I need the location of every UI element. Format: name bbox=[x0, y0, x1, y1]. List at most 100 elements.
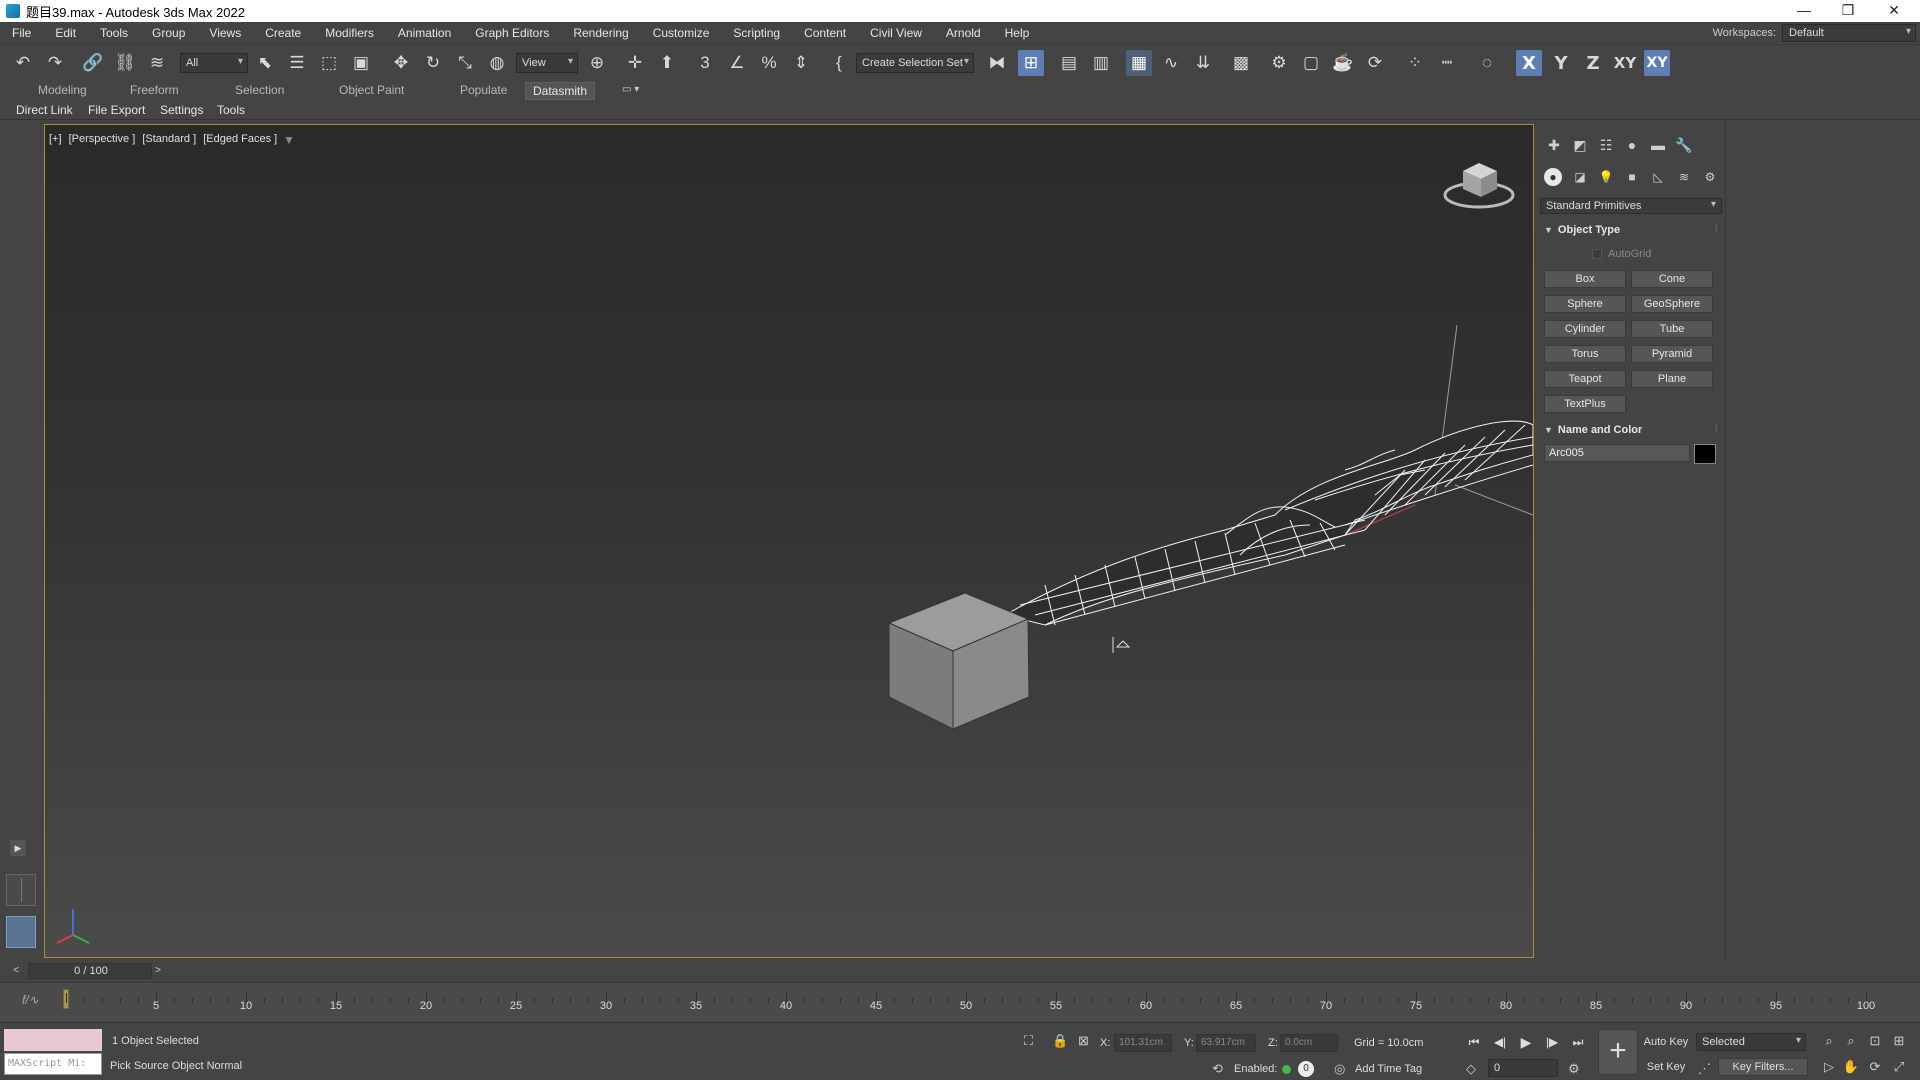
plane-button[interactable]: Plane bbox=[1631, 370, 1713, 388]
add-time-tag-button[interactable]: Add Time Tag bbox=[1355, 1063, 1422, 1075]
next-frame-icon[interactable]: |▶ bbox=[1542, 1033, 1562, 1051]
z-coordinate-field[interactable]: 0.0cm bbox=[1280, 1034, 1338, 1052]
undo-icon[interactable]: ↶ bbox=[10, 50, 36, 76]
time-next-icon[interactable]: > bbox=[152, 963, 164, 979]
minimize-button[interactable]: — bbox=[1782, 0, 1826, 22]
snaps-toggle-icon[interactable]: 3 bbox=[692, 50, 718, 76]
geosphere-button[interactable]: GeoSphere bbox=[1631, 295, 1713, 313]
autogrid-checkbox[interactable]: AutoGrid bbox=[1592, 248, 1651, 260]
restore-button[interactable]: ❐ bbox=[1826, 0, 1870, 22]
torus-button[interactable]: Torus bbox=[1544, 345, 1626, 363]
select-rotate-icon[interactable]: ↻ bbox=[420, 50, 446, 76]
zoom-extents-all-icon[interactable]: ⊞ bbox=[1890, 1033, 1908, 1049]
cameras-category-icon[interactable]: ■ bbox=[1622, 168, 1642, 186]
cone-button[interactable]: Cone bbox=[1631, 270, 1713, 288]
material-editor-icon[interactable]: ▩ bbox=[1228, 50, 1254, 76]
time-configuration-icon[interactable]: ⚙ bbox=[1568, 1061, 1580, 1077]
pyramid-button[interactable]: Pyramid bbox=[1631, 345, 1713, 363]
time-prev-icon[interactable]: < bbox=[10, 963, 22, 979]
expand-layout-icon[interactable]: ▶ bbox=[10, 840, 26, 856]
select-object-icon[interactable]: ⬉ bbox=[252, 50, 278, 76]
object-type-rollout[interactable]: ▼ Object Type ⁞ bbox=[1540, 222, 1722, 240]
create-panel-tab-icon[interactable]: ✚ bbox=[1544, 136, 1564, 154]
pivot-center-icon[interactable]: ⊕ bbox=[584, 50, 610, 76]
menu-animation[interactable]: Animation bbox=[386, 26, 463, 40]
tab-datasmith[interactable]: Datasmith bbox=[525, 82, 596, 100]
tube-button[interactable]: Tube bbox=[1631, 320, 1713, 338]
menu-arnold[interactable]: Arnold bbox=[934, 26, 993, 40]
direct-link-button[interactable]: Direct Link bbox=[16, 103, 73, 117]
percent-snap-icon[interactable]: % bbox=[756, 50, 782, 76]
object-name-field[interactable]: Arc005 bbox=[1544, 444, 1690, 462]
adaptive-degradation-icon[interactable]: ⟲ bbox=[1212, 1061, 1223, 1077]
selection-filter-dropdown[interactable]: All bbox=[180, 53, 248, 73]
ribbon-toggle-icon[interactable]: ▦ bbox=[1126, 50, 1152, 76]
workspaces-dropdown[interactable]: Default bbox=[1782, 24, 1916, 42]
keyboard-shortcut-override-icon[interactable]: ⬆ bbox=[654, 50, 680, 76]
viewcube-icon[interactable] bbox=[1443, 163, 1515, 209]
menu-group[interactable]: Group bbox=[140, 26, 197, 40]
menu-file[interactable]: File bbox=[0, 26, 43, 40]
menu-edit[interactable]: Edit bbox=[43, 26, 88, 40]
link-icon[interactable]: 🔗 bbox=[80, 50, 106, 76]
mini-curve-editor-icon[interactable]: f/∿ bbox=[22, 993, 39, 1007]
array-icon[interactable]: ⁘ bbox=[1402, 50, 1428, 76]
select-scale-icon[interactable]: ⤡ bbox=[452, 50, 478, 76]
layout-two-pane-icon[interactable] bbox=[6, 874, 36, 906]
set-keys-icon[interactable]: + bbox=[1598, 1029, 1638, 1075]
space-warps-category-icon[interactable]: ≋ bbox=[1674, 168, 1694, 186]
maximize-viewport-icon[interactable]: ⤢ bbox=[1890, 1059, 1908, 1075]
textplus-button[interactable]: TextPlus bbox=[1544, 395, 1626, 413]
scene-explorer-icon[interactable]: ▤ bbox=[1056, 50, 1082, 76]
mirror-icon[interactable]: ⧓ bbox=[984, 50, 1010, 76]
ruler-icon[interactable]: ┉ bbox=[1434, 50, 1460, 76]
systems-category-icon[interactable]: ⚙ bbox=[1700, 168, 1720, 186]
render-production-icon[interactable]: ☕ bbox=[1330, 50, 1356, 76]
teapot-button[interactable]: Teapot bbox=[1544, 370, 1626, 388]
perspective-viewport[interactable]: [+] [Perspective ] [Standard ] [Edged Fa… bbox=[44, 124, 1534, 958]
menu-views[interactable]: Views bbox=[197, 26, 253, 40]
field-of-view-icon[interactable]: ▷ bbox=[1820, 1059, 1838, 1075]
rectangular-selection-icon[interactable]: ⬚ bbox=[316, 50, 342, 76]
maxscript-input[interactable]: MAXScript Mi: bbox=[4, 1053, 102, 1075]
tools-button[interactable]: Tools bbox=[217, 103, 245, 117]
unlink-icon[interactable]: ⛓ bbox=[112, 50, 138, 76]
lights-category-icon[interactable]: 💡 bbox=[1596, 168, 1616, 186]
primitive-category-dropdown[interactable]: Standard Primitives bbox=[1540, 198, 1722, 214]
axis-x-button[interactable]: X bbox=[1516, 50, 1542, 76]
reference-coordinate-dropdown[interactable]: View bbox=[516, 53, 578, 73]
absolute-mode-icon[interactable]: ⊠ bbox=[1078, 1033, 1089, 1049]
tab-modeling[interactable]: Modeling bbox=[38, 83, 87, 97]
geometry-category-icon[interactable]: ● bbox=[1544, 168, 1562, 186]
window-crossing-icon[interactable]: ▣ bbox=[348, 50, 374, 76]
go-to-start-icon[interactable]: ⏮ bbox=[1464, 1033, 1484, 1051]
maxscript-output[interactable] bbox=[4, 1029, 102, 1051]
motion-panel-tab-icon[interactable]: ● bbox=[1622, 136, 1642, 154]
axis-y-button[interactable]: Y bbox=[1548, 50, 1574, 76]
time-slider-thumb[interactable]: 0 / 100 bbox=[28, 963, 152, 979]
menu-graph-editors[interactable]: Graph Editors bbox=[463, 26, 561, 40]
shapes-category-icon[interactable]: ◪ bbox=[1570, 168, 1590, 186]
menu-modifiers[interactable]: Modifiers bbox=[313, 26, 386, 40]
select-place-icon[interactable]: ◍ bbox=[484, 50, 510, 76]
hierarchy-panel-tab-icon[interactable]: ☷ bbox=[1596, 136, 1616, 154]
display-panel-tab-icon[interactable]: ▬ bbox=[1648, 136, 1668, 154]
helpers-category-icon[interactable]: ◺ bbox=[1648, 168, 1668, 186]
pan-view-icon[interactable]: ✋ bbox=[1842, 1059, 1860, 1075]
selection-lock-icon[interactable]: 🔒 bbox=[1052, 1033, 1068, 1049]
layout-single-pane-icon[interactable] bbox=[6, 916, 36, 948]
menu-tools[interactable]: Tools bbox=[88, 26, 140, 40]
object-color-swatch[interactable] bbox=[1694, 444, 1716, 464]
box-object[interactable] bbox=[887, 592, 1030, 730]
previous-frame-icon[interactable]: ◀| bbox=[1490, 1033, 1510, 1051]
zoom-extents-icon[interactable]: ⊡ bbox=[1866, 1033, 1884, 1049]
render-setup-icon[interactable]: ⚙ bbox=[1266, 50, 1292, 76]
track-bar[interactable]: f/∿ 5 10 15 20 25 30 35 40 45 50 55 60 65 70 75 80 85 90 9… bbox=[0, 982, 1920, 1022]
curve-editor-icon[interactable]: ∿ bbox=[1158, 50, 1184, 76]
current-frame-field[interactable]: 0 bbox=[1488, 1059, 1558, 1077]
menu-customize[interactable]: Customize bbox=[641, 26, 722, 40]
edit-named-selection-icon[interactable]: { bbox=[826, 50, 852, 76]
file-export-button[interactable]: File Export bbox=[88, 103, 145, 117]
selection-region-icon[interactable]: ◌ bbox=[1474, 50, 1500, 76]
menu-help[interactable]: Help bbox=[993, 26, 1042, 40]
